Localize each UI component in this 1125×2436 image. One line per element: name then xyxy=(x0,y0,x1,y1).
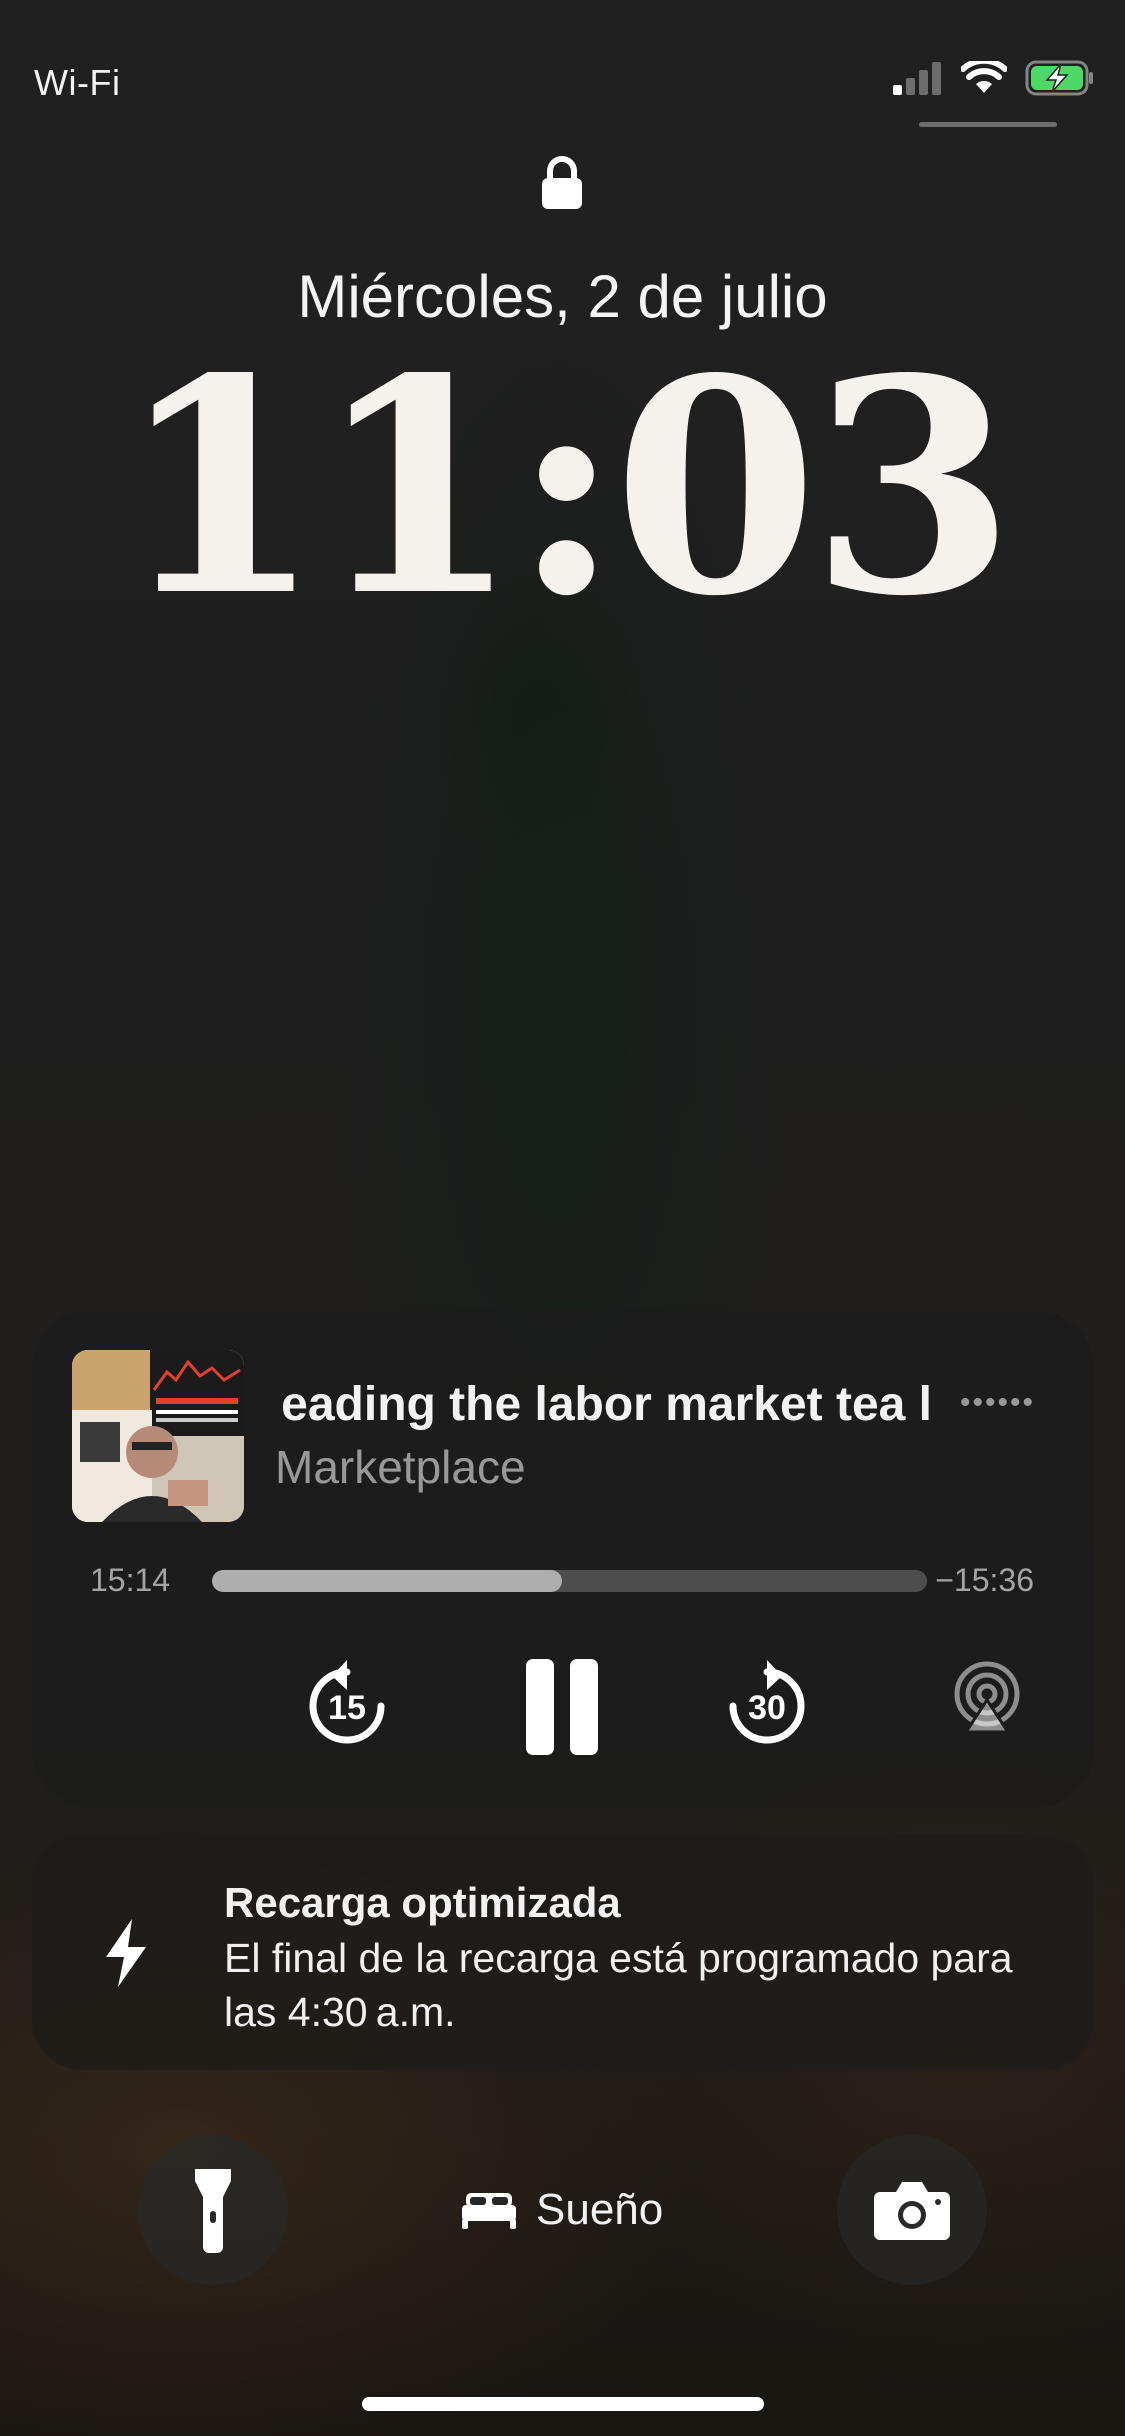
more-dots-icon[interactable]: •••••• xyxy=(960,1386,1035,1420)
airplay-icon xyxy=(954,1661,1020,1734)
camera-button[interactable] xyxy=(837,2135,987,2285)
pause-button[interactable] xyxy=(520,1655,604,1759)
elapsed-time: 15:14 xyxy=(90,1562,171,1598)
show-name: Marketplace xyxy=(275,1441,526,1493)
status-icons xyxy=(893,60,1095,96)
pause-icon xyxy=(526,1659,598,1755)
control-center-grabber[interactable] xyxy=(919,122,1057,127)
now-playing-widget[interactable]: eading the labor market tea l •••••• Mar… xyxy=(32,1310,1094,1808)
clock-time: 11:03 xyxy=(117,314,1016,661)
track-title: eading the labor market tea l xyxy=(281,1378,932,1431)
flashlight-button[interactable] xyxy=(138,2135,288,2285)
flashlight-icon xyxy=(195,2169,231,2253)
remaining-time: −15:36 xyxy=(935,1562,1034,1598)
skip-back-seconds: 15 xyxy=(328,1688,366,1727)
track-title-container: eading the labor market tea l xyxy=(272,1377,932,1437)
skip-forward-button[interactable]: 30 xyxy=(722,1650,812,1750)
focus-mode-label: Sueño xyxy=(536,2185,664,2234)
skip-forward-seconds: 30 xyxy=(748,1688,786,1727)
bolt-icon xyxy=(106,1919,146,1987)
lock-screen: Wi-Fi Miércoles, 2 de julio 11:03 eading… xyxy=(0,0,1125,2436)
lock-icon xyxy=(542,156,582,209)
wifi-icon xyxy=(961,61,1007,93)
bed-icon xyxy=(462,2193,516,2229)
skip-back-button[interactable]: 15 xyxy=(302,1650,392,1750)
focus-mode-indicator[interactable]: Sueño xyxy=(460,2185,663,2235)
notification-title: Recarga optimizada xyxy=(224,1879,621,1926)
home-indicator[interactable] xyxy=(362,2397,764,2411)
battery-charging-icon xyxy=(1025,60,1093,96)
notification-body: El final de la recarga está programado p… xyxy=(224,1935,1013,2035)
airplay-button[interactable] xyxy=(952,1660,1022,1740)
progress-scrubber[interactable] xyxy=(212,1570,927,1592)
progress-fill xyxy=(212,1570,563,1592)
cellular-signal-icon xyxy=(893,62,941,95)
artwork-image xyxy=(72,1350,244,1522)
podcast-artwork[interactable] xyxy=(72,1350,244,1522)
optimized-charging-notification[interactable]: Recarga optimizada El final de la recarg… xyxy=(32,1835,1094,2070)
camera-icon xyxy=(874,2182,950,2240)
network-label: Wi-Fi xyxy=(34,62,121,103)
